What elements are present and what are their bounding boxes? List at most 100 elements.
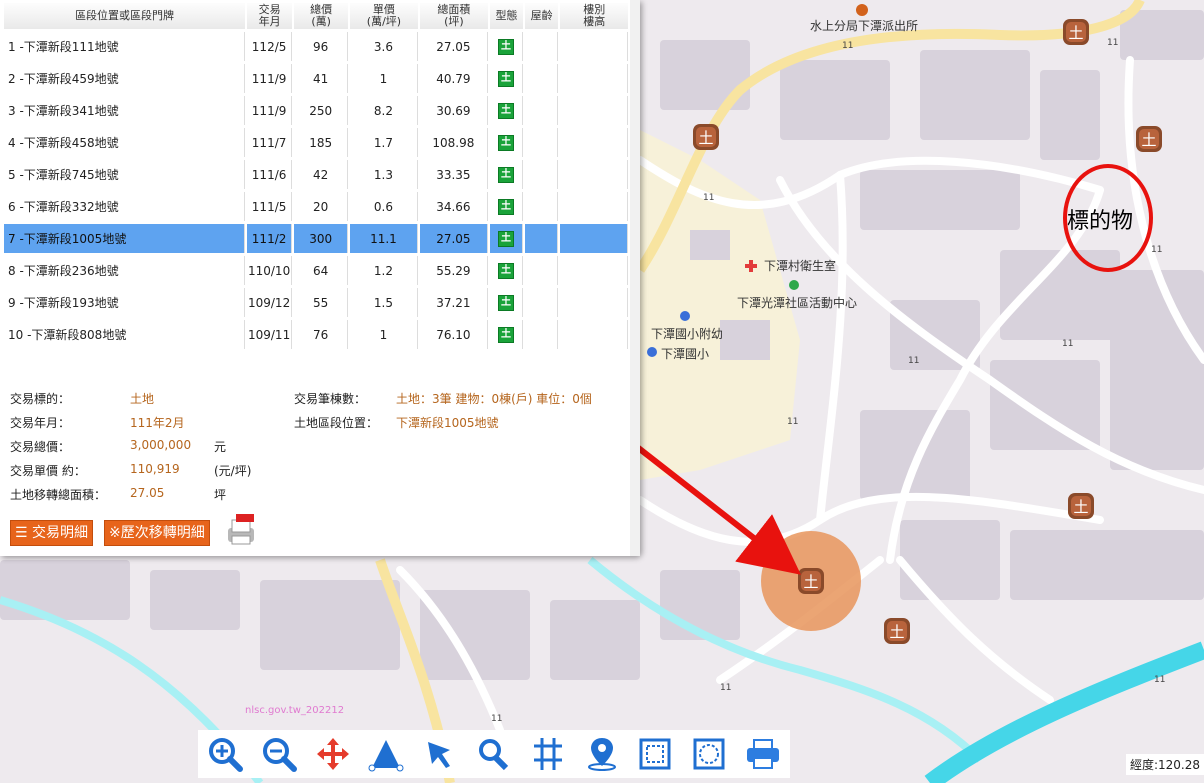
detail-location-label: 土地區段位置：: [294, 416, 379, 430]
cell-floor: [560, 288, 628, 317]
cell-location: 4 -下潭新段458地號: [4, 128, 246, 157]
school-icon: [647, 347, 657, 357]
land-type-icon[interactable]: 土: [497, 135, 514, 151]
land-type-icon[interactable]: 土: [497, 231, 514, 247]
svg-text:11: 11: [703, 193, 714, 203]
cell-type: 土: [490, 224, 523, 253]
col-date[interactable]: 交易 年月: [247, 3, 293, 29]
col-type[interactable]: 型態: [490, 3, 523, 29]
circle-select-button[interactable]: [689, 734, 729, 774]
svg-text:11: 11: [1107, 38, 1118, 48]
print-pdf-icon[interactable]: [224, 514, 258, 546]
identify-button[interactable]: [474, 734, 514, 774]
cell-area: 30.69: [419, 96, 489, 125]
cell-floor: [560, 256, 628, 285]
cell-date: 112/5: [247, 32, 293, 61]
marker-glyph: 土: [889, 623, 904, 641]
detail-location-value: 下潭新段1005地號: [396, 416, 499, 430]
land-type-icon[interactable]: 土: [497, 71, 514, 87]
marker: 土: [1063, 19, 1089, 45]
col-floor[interactable]: 樓別 樓高: [560, 3, 628, 29]
land-type-icon[interactable]: 土: [497, 327, 514, 343]
zoom-out-button[interactable]: [259, 734, 299, 774]
cell-location: 2 -下潭新段459地號: [4, 64, 246, 93]
cell-unit: 1: [350, 64, 418, 93]
transaction-detail-button[interactable]: ☰ 交易明細: [10, 520, 94, 546]
cell-total: 42: [294, 160, 349, 189]
marker-glyph: 土: [1141, 131, 1156, 149]
land-type-icon[interactable]: 土: [497, 39, 514, 55]
land-type-icon[interactable]: 土: [497, 103, 514, 119]
cell-type: 土: [490, 320, 523, 349]
marker: 土: [798, 568, 824, 594]
cell-area: 27.05: [419, 224, 489, 253]
land-type-icon[interactable]: 土: [497, 295, 514, 311]
land-type-icon[interactable]: 土: [497, 167, 514, 183]
detail-area-value: 27.05: [130, 486, 165, 500]
cell-floor: [560, 224, 628, 253]
svg-text:11: 11: [1151, 245, 1162, 255]
longitude-readout: 經度:120.28: [1125, 754, 1204, 775]
panel-scrollbar[interactable]: [630, 0, 640, 556]
road-tool-button[interactable]: [528, 734, 568, 774]
cell-unit: 3.6: [350, 32, 418, 61]
cell-floor: [560, 96, 628, 125]
detail-area-unit: 坪: [214, 488, 227, 502]
table-row[interactable]: 3 -下潭新段341地號 111/9 250 8.2 30.69 土: [4, 96, 628, 125]
col-total[interactable]: 總價 (萬): [294, 3, 349, 29]
table-row[interactable]: 9 -下潭新段193地號 109/12 55 1.5 37.21 土: [4, 288, 628, 317]
cell-type: 土: [490, 256, 523, 285]
detail-count-label: 交易筆棟數：: [294, 392, 367, 406]
select-arrow-button[interactable]: [420, 734, 460, 774]
table-row[interactable]: 7 -下潭新段1005地號 111/2 300 11.1 27.05 土: [4, 224, 628, 253]
col-area[interactable]: 總面積 (坪): [419, 3, 489, 29]
transfer-history-button[interactable]: ※歷次移轉明細: [104, 520, 210, 546]
label-school: 下潭國小: [661, 347, 710, 361]
cell-total: 96: [294, 32, 349, 61]
cell-area: 37.21: [419, 288, 489, 317]
map-toolbar: [198, 730, 790, 778]
table-row[interactable]: 6 -下潭新段332地號 111/5 20 0.6 34.66 土: [4, 192, 628, 221]
zoom-in-button[interactable]: [205, 734, 245, 774]
cell-floor: [560, 192, 628, 221]
cell-age: [524, 224, 559, 253]
cell-location: 8 -下潭新段236地號: [4, 256, 246, 285]
cell-area: 34.66: [419, 192, 489, 221]
cell-type: 土: [490, 32, 523, 61]
cell-age: [524, 96, 559, 125]
cell-unit: 1.3: [350, 160, 418, 189]
cell-age: [524, 192, 559, 221]
cell-date: 109/12: [247, 288, 293, 317]
table-row[interactable]: 4 -下潭新段458地號 111/7 185 1.7 108.98 土: [4, 128, 628, 157]
land-type-icon[interactable]: 土: [497, 263, 514, 279]
cell-area: 40.79: [419, 64, 489, 93]
table-row[interactable]: 1 -下潭新段111地號 112/5 96 3.6 27.05 土: [4, 32, 628, 61]
cell-total: 55: [294, 288, 349, 317]
label-police: 水上分局下潭派出所: [810, 19, 919, 33]
frame-select-button[interactable]: [635, 734, 675, 774]
col-unit[interactable]: 單價 (萬/坪): [350, 3, 418, 29]
table-row[interactable]: 8 -下潭新段236地號 110/10 64 1.2 55.29 土: [4, 256, 628, 285]
marker: 土: [1136, 126, 1162, 152]
table-row[interactable]: 10 -下潭新段808地號 109/11 76 1 76.10 土: [4, 320, 628, 349]
table-row[interactable]: 5 -下潭新段745地號 111/6 42 1.3 33.35 土: [4, 160, 628, 189]
cell-age: [524, 64, 559, 93]
measure-area-button[interactable]: [366, 734, 406, 774]
detail-area-label: 土地移轉總面積：: [10, 488, 107, 502]
land-type-icon[interactable]: 土: [497, 199, 514, 215]
cell-date: 110/10: [247, 256, 293, 285]
cell-floor: [560, 160, 628, 189]
cell-date: 111/2: [247, 224, 293, 253]
print-button[interactable]: [743, 734, 783, 774]
detail-unit-unit: (元/坪): [214, 464, 252, 478]
detail-target-value: 土地: [130, 392, 155, 406]
list-icon: ☰: [15, 525, 28, 541]
table-row[interactable]: 2 -下潭新段459地號 111/9 41 1 40.79 土: [4, 64, 628, 93]
cell-unit: 0.6: [350, 192, 418, 221]
locate-button[interactable]: [582, 734, 622, 774]
col-location[interactable]: 區段位置或區段門牌: [4, 3, 246, 29]
col-age[interactable]: 屋齡: [524, 3, 559, 29]
detail-total-label: 交易總價：: [10, 440, 71, 454]
cell-type: 土: [490, 192, 523, 221]
pan-button[interactable]: [313, 734, 353, 774]
